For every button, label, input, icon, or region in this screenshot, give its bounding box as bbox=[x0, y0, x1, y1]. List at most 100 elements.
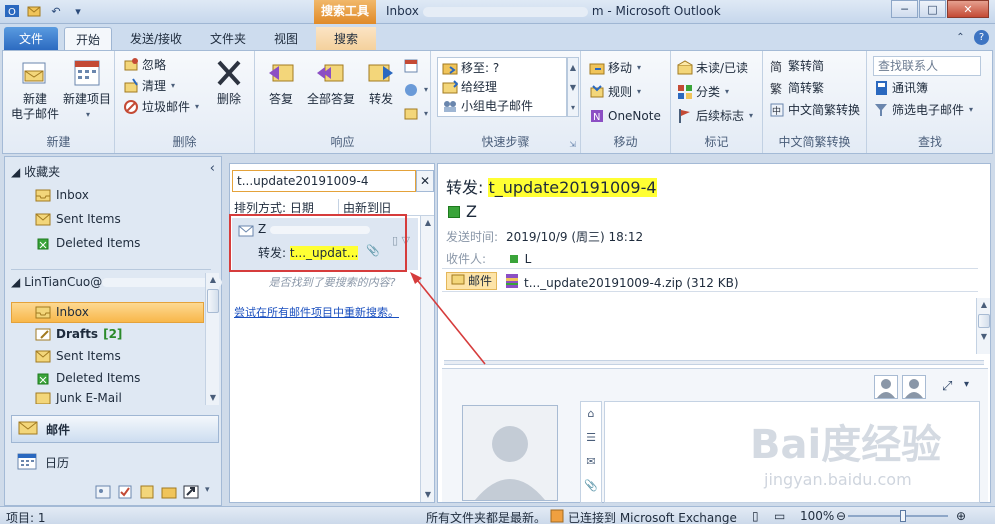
favorites-header[interactable]: ◢ 收藏夹 bbox=[11, 163, 60, 180]
nav-scrollbar[interactable]: ▲ ▼ bbox=[205, 273, 219, 405]
tab-file[interactable]: 文件 bbox=[4, 27, 58, 51]
delete-button[interactable]: 删除 bbox=[209, 57, 249, 107]
more-respond-button[interactable]: ▾ bbox=[403, 105, 428, 123]
new-email-button[interactable]: 新建 电子邮件 bbox=[9, 57, 61, 122]
fav-sent-folder[interactable]: Sent Items bbox=[35, 209, 121, 229]
ignore-button[interactable]: 忽略 bbox=[123, 56, 166, 74]
tab-send-receive[interactable]: 发送/接收 bbox=[122, 27, 190, 51]
clean-up-button[interactable]: 清理 ▾ bbox=[123, 77, 175, 95]
person-avatar-button[interactable] bbox=[874, 375, 898, 399]
zoom-level[interactable]: 100% bbox=[800, 509, 834, 523]
search-people-input[interactable]: 查找联系人 bbox=[873, 56, 981, 76]
close-button[interactable]: ✕ bbox=[947, 0, 989, 18]
configure-buttons-icon[interactable]: ▾ bbox=[205, 485, 221, 499]
filter-email-button[interactable]: 筛选电子邮件 ▾ bbox=[873, 101, 973, 119]
collapse-pane-icon[interactable]: ‹ bbox=[210, 161, 215, 176]
tasks-icon[interactable] bbox=[117, 485, 133, 499]
contacts-icon[interactable] bbox=[95, 485, 111, 499]
scroll-up-icon[interactable]: ▲ bbox=[421, 216, 435, 230]
tab-view[interactable]: 视图 bbox=[264, 27, 308, 51]
scroll-down-icon[interactable]: ▼ bbox=[421, 488, 435, 502]
reply-button[interactable]: 答复 bbox=[259, 57, 303, 107]
svg-text:简: 简 bbox=[770, 60, 782, 74]
notes-icon[interactable] bbox=[139, 485, 155, 499]
clear-search-button[interactable]: ✕ bbox=[416, 170, 434, 192]
attachments-icon[interactable]: 📎 bbox=[581, 474, 601, 498]
junk-folder-icon bbox=[35, 392, 51, 404]
tab-folder[interactable]: 文件夹 bbox=[202, 27, 254, 51]
folder-list-icon[interactable] bbox=[161, 485, 177, 499]
fav-inbox-folder[interactable]: Inbox bbox=[35, 185, 89, 205]
instant-search-input[interactable]: t...update20191009-4 bbox=[232, 170, 416, 192]
outlook-logo-icon[interactable]: O bbox=[4, 3, 20, 19]
address-book-button[interactable]: 通讯簿 bbox=[873, 79, 928, 97]
all-items-icon[interactable]: ☰ bbox=[581, 426, 601, 450]
minimize-button[interactable]: ─ bbox=[891, 0, 918, 18]
nav-shortcut-icons: ▾ bbox=[95, 485, 221, 499]
chinese-conversion-button[interactable]: 中 中文简繁转换 bbox=[769, 101, 860, 119]
drafts-folder[interactable]: Drafts [2] bbox=[35, 324, 122, 344]
scroll-thumb[interactable] bbox=[207, 289, 219, 313]
forward-button[interactable]: 转发 bbox=[359, 57, 403, 107]
follow-up-button[interactable]: 后续标志 ▾ bbox=[677, 107, 753, 125]
quick-step-to-manager[interactable]: 给经理 bbox=[442, 78, 497, 96]
scroll-up-icon[interactable]: ▲ bbox=[977, 298, 991, 312]
scroll-down-icon[interactable]: ▼ bbox=[206, 391, 220, 405]
junk-button[interactable]: 垃圾邮件 ▾ bbox=[123, 98, 199, 116]
reply-all-button[interactable]: 全部答复 bbox=[303, 57, 359, 107]
inbox-folder[interactable]: Inbox bbox=[35, 302, 89, 322]
reading-view-icon[interactable]: ▭ bbox=[774, 509, 785, 523]
send-receive-all-icon[interactable] bbox=[26, 3, 42, 19]
normal-view-icon[interactable]: ▯ bbox=[752, 509, 759, 523]
mail-nav-button[interactable]: 邮件 bbox=[11, 415, 219, 443]
customize-qat-icon[interactable]: ▾ bbox=[70, 3, 86, 19]
quick-steps-launcher-icon[interactable]: ⇲ bbox=[569, 140, 576, 149]
undo-icon[interactable]: ↶ bbox=[48, 3, 64, 19]
shortcuts-icon[interactable] bbox=[183, 485, 199, 499]
mail-items-icon[interactable]: ✉ bbox=[581, 450, 601, 474]
maximize-button[interactable]: □ bbox=[919, 0, 946, 18]
quick-steps-scroll[interactable]: ▲ ▼ ▾ bbox=[567, 57, 579, 117]
quick-step-team-email[interactable]: 小组电子邮件 bbox=[442, 97, 533, 115]
zoom-out-icon[interactable]: ⊖ bbox=[836, 509, 846, 523]
sent-folder[interactable]: Sent Items bbox=[35, 346, 121, 366]
reading-scrollbar[interactable]: ▲ ▼ bbox=[976, 298, 990, 354]
message-tab[interactable]: 邮件 bbox=[446, 272, 498, 290]
onenote-button[interactable]: N OneNote bbox=[589, 107, 661, 125]
categorize-button[interactable]: 分类 ▾ bbox=[677, 83, 729, 101]
person-avatar-button[interactable] bbox=[902, 375, 926, 399]
calendar-nav-button[interactable]: 日历 bbox=[11, 449, 219, 475]
zoom-slider-knob[interactable] bbox=[900, 510, 906, 522]
people-pane-dropdown-icon[interactable]: ▾ bbox=[964, 379, 969, 390]
trad-to-simp-button[interactable]: 简 繁转简 bbox=[769, 57, 824, 75]
minimize-ribbon-icon[interactable]: ⌃ bbox=[953, 30, 968, 45]
move-button[interactable]: 移动 ▾ bbox=[589, 59, 641, 77]
tab-home[interactable]: 开始 bbox=[64, 27, 112, 51]
deleted-folder[interactable]: Deleted Items bbox=[35, 368, 140, 388]
people-pane-splitter[interactable] bbox=[444, 360, 984, 365]
zoom-slider[interactable] bbox=[848, 515, 948, 517]
zoom-in-icon[interactable]: ⊕ bbox=[956, 509, 966, 523]
simp-to-trad-button[interactable]: 繁 简转繁 bbox=[769, 79, 824, 97]
rules-button[interactable]: 规则 ▾ bbox=[589, 83, 641, 101]
expand-people-pane-icon[interactable]: ⤢ bbox=[942, 379, 952, 394]
tab-search[interactable]: 搜索 bbox=[316, 27, 376, 51]
new-items-button[interactable]: 新建项目 ▾ bbox=[61, 57, 113, 122]
fav-deleted-folder[interactable]: Deleted Items bbox=[35, 233, 140, 253]
account-header[interactable]: ◢ LinTianCuo@ bbox=[11, 275, 223, 289]
list-scrollbar[interactable]: ▲ ▼ bbox=[420, 216, 434, 502]
attachment-file[interactable]: t..._update20191009-4.zip (312 KB) bbox=[504, 273, 739, 292]
people-pane-tabs: ⌂ ☰ ✉ 📎 bbox=[580, 401, 602, 503]
message-from[interactable]: Z bbox=[448, 202, 477, 221]
help-icon[interactable]: ? bbox=[974, 30, 989, 45]
quick-step-move-to[interactable]: 移至: ? bbox=[442, 59, 499, 77]
scroll-thumb[interactable] bbox=[978, 314, 990, 328]
scroll-up-icon[interactable]: ▲ bbox=[206, 273, 220, 287]
scroll-down-icon[interactable]: ▼ bbox=[977, 330, 991, 344]
home-icon[interactable]: ⌂ bbox=[581, 402, 601, 426]
retry-search-link[interactable]: 尝试在所有邮件项目中重新搜索。 bbox=[234, 304, 399, 320]
unread-read-button[interactable]: 未读/已读 bbox=[677, 59, 748, 77]
im-reply-button[interactable]: ▾ bbox=[403, 81, 428, 99]
meeting-reply-button[interactable] bbox=[403, 57, 419, 75]
junk-folder[interactable]: Junk E-Mail bbox=[35, 392, 122, 404]
